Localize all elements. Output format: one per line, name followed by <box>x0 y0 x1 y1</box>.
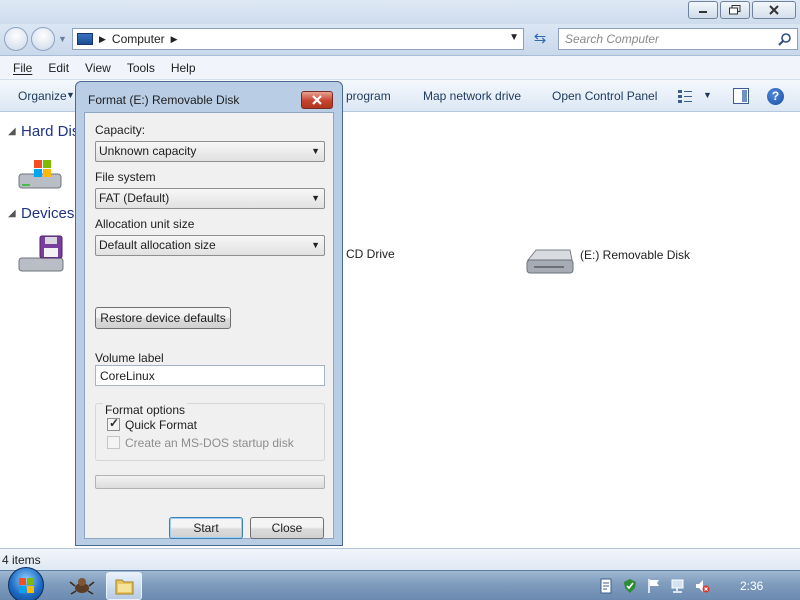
format-dialog: Format (E:) Removable Disk Capacity: Unk… <box>75 81 343 546</box>
removable-disk-item[interactable]: (E:) Removable Disk <box>524 242 690 278</box>
address-dropdown-icon[interactable]: ▼ <box>509 32 519 43</box>
security-shield-icon[interactable] <box>622 578 638 594</box>
dialog-body: Capacity: Unknown capacity ▼ File system… <box>84 112 334 539</box>
forward-button[interactable] <box>31 27 55 51</box>
volume-label-field[interactable] <box>95 365 325 386</box>
chevron-down-icon: ▼ <box>311 240 320 250</box>
format-options-group: Format options Quick Format Create an MS… <box>95 403 325 461</box>
restore-defaults-button[interactable]: Restore device defaults <box>95 307 231 329</box>
close-icon <box>769 5 779 15</box>
address-bar[interactable]: ▶ Computer ▶ ▼ <box>72 28 524 50</box>
group-devices-removable[interactable]: Devices <box>21 205 74 222</box>
window-titlebar <box>0 0 800 24</box>
taskbar: 2:36 <box>0 567 800 600</box>
search-input[interactable] <box>559 29 759 49</box>
menu-edit[interactable]: Edit <box>48 61 69 75</box>
volume-label-label: Volume label <box>95 351 164 365</box>
format-progress-bar <box>95 475 325 489</box>
organize-dropdown-icon[interactable]: ▼ <box>66 90 75 100</box>
floppy-drive-icon <box>18 235 64 272</box>
uninstall-program-button[interactable]: program <box>346 89 391 103</box>
window-controls <box>688 1 796 19</box>
msdos-startup-label: Create an MS-DOS startup disk <box>125 436 294 450</box>
restore-icon <box>729 5 741 15</box>
collapse-arrow-icon[interactable]: ◢ <box>8 126 16 137</box>
open-control-panel-button[interactable]: Open Control Panel <box>552 89 657 103</box>
format-options-label: Format options <box>103 403 188 417</box>
start-button[interactable] <box>8 567 44 600</box>
refresh-icon: ⇆ <box>533 30 547 47</box>
minimize-button[interactable] <box>688 1 718 19</box>
close-icon <box>312 95 322 105</box>
game-app-icon <box>69 578 95 595</box>
window-close-button[interactable] <box>752 1 796 19</box>
refresh-button[interactable]: ⇆ <box>528 28 552 50</box>
capacity-value: Unknown capacity <box>99 144 197 158</box>
maximize-button[interactable] <box>720 1 750 19</box>
msdos-startup-checkbox[interactable] <box>107 436 120 449</box>
allocation-unit-label: Allocation unit size <box>95 217 195 231</box>
removable-disk-icon <box>526 249 574 274</box>
computer-icon <box>77 33 93 45</box>
preview-pane-icon[interactable] <box>733 88 749 104</box>
allocation-unit-value: Default allocation size <box>99 238 216 252</box>
chevron-right-icon[interactable]: ▶ <box>99 34 106 45</box>
address-row: ▼ ▶ Computer ▶ ▼ ⇆ <box>0 24 800 56</box>
minimize-icon <box>699 11 707 13</box>
clock[interactable]: 2:36 <box>740 579 763 593</box>
close-button[interactable]: Close <box>250 517 324 539</box>
breadcrumb-computer[interactable]: Computer <box>112 32 165 46</box>
menu-help[interactable]: Help <box>171 61 196 75</box>
search-box[interactable] <box>558 28 798 50</box>
floppy-drive-item[interactable] <box>16 234 68 276</box>
menu-tools[interactable]: Tools <box>127 61 155 75</box>
quick-format-label[interactable]: Quick Format <box>125 418 197 432</box>
search-icon[interactable] <box>778 32 792 46</box>
change-view-icon[interactable] <box>677 88 693 104</box>
folder-icon <box>115 579 134 595</box>
start-button[interactable]: Start <box>169 517 243 539</box>
cd-drive-label: CD Drive <box>346 247 395 261</box>
volume-muted-icon[interactable] <box>694 578 710 594</box>
network-icon[interactable] <box>670 578 686 594</box>
map-network-drive-button[interactable]: Map network drive <box>423 89 521 103</box>
allocation-unit-select[interactable]: Default allocation size ▼ <box>95 235 325 256</box>
menu-file[interactable]: File <box>13 61 32 75</box>
taskbar-app-game[interactable] <box>64 572 100 600</box>
file-system-label: File system <box>95 170 156 184</box>
organize-button[interactable]: Organize <box>18 89 67 103</box>
status-bar: 4 items <box>0 548 800 570</box>
cd-drive-item[interactable]: CD Drive <box>346 247 395 261</box>
notes-icon[interactable] <box>598 578 614 594</box>
recent-pages-dropdown-icon[interactable]: ▼ <box>58 34 67 44</box>
local-disk-item[interactable] <box>16 156 66 196</box>
item-count: 4 items <box>2 553 41 567</box>
chevron-down-icon: ▼ <box>311 146 320 156</box>
windows-logo-icon <box>19 578 34 593</box>
capacity-label: Capacity: <box>95 123 146 137</box>
file-system-value: FAT (Default) <box>99 191 170 205</box>
help-icon[interactable]: ? <box>767 88 784 105</box>
dialog-close-button[interactable] <box>301 91 333 109</box>
dialog-title: Format (E:) Removable Disk <box>88 93 240 107</box>
menu-view[interactable]: View <box>85 61 111 75</box>
menu-bar: File Edit View Tools Help <box>0 56 800 80</box>
action-center-flag-icon[interactable] <box>646 578 662 594</box>
view-dropdown-icon[interactable]: ▼ <box>703 90 712 100</box>
volume-label-input[interactable] <box>96 366 322 385</box>
chevron-down-icon: ▼ <box>311 193 320 203</box>
removable-disk-label: (E:) Removable Disk <box>580 248 691 262</box>
file-system-select[interactable]: FAT (Default) ▼ <box>95 188 325 209</box>
capacity-select[interactable]: Unknown capacity ▼ <box>95 141 325 162</box>
chevron-right-icon[interactable]: ▶ <box>171 34 178 45</box>
quick-format-checkbox[interactable] <box>107 416 120 431</box>
back-button[interactable] <box>4 27 28 51</box>
collapse-arrow-icon[interactable]: ◢ <box>8 208 16 219</box>
taskbar-app-explorer[interactable] <box>106 572 142 600</box>
hard-drive-icon <box>18 160 62 189</box>
